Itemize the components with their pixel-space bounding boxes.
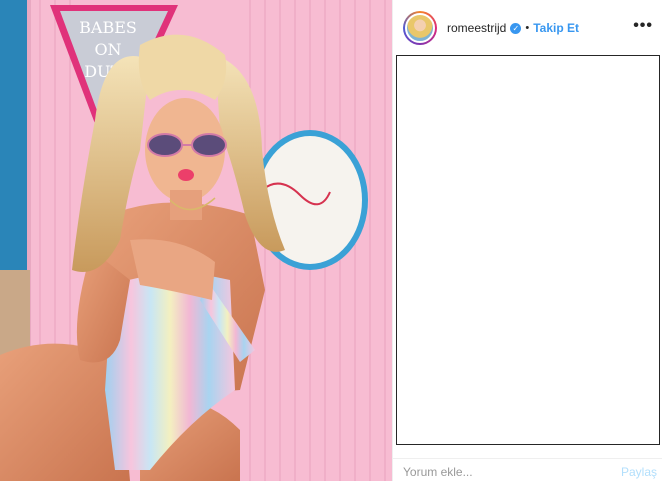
more-options-icon[interactable]: •••: [633, 18, 653, 34]
username-link[interactable]: romeestrijd: [447, 21, 506, 35]
post-image: BABES ON DUTY: [0, 0, 392, 481]
share-button[interactable]: Paylaş: [621, 465, 657, 479]
separator-dot: •: [525, 22, 530, 34]
post-header: romeestrijd ✓ • Takip Et •••: [393, 0, 662, 56]
follow-button[interactable]: Takip Et: [533, 21, 579, 35]
story-ring[interactable]: [403, 11, 437, 45]
post-photo[interactable]: BABES ON DUTY: [0, 0, 392, 481]
verified-badge-icon: ✓: [510, 22, 522, 34]
comment-bar: Paylaş: [393, 458, 662, 481]
sign-text-2: ON: [94, 40, 121, 59]
sign-text-1: BABES: [79, 18, 137, 37]
comment-input[interactable]: [403, 465, 603, 479]
post-sidebar: romeestrijd ✓ • Takip Et ••• Paylaş: [392, 0, 662, 481]
avatar[interactable]: [405, 13, 435, 43]
post-content-area: [396, 55, 660, 445]
